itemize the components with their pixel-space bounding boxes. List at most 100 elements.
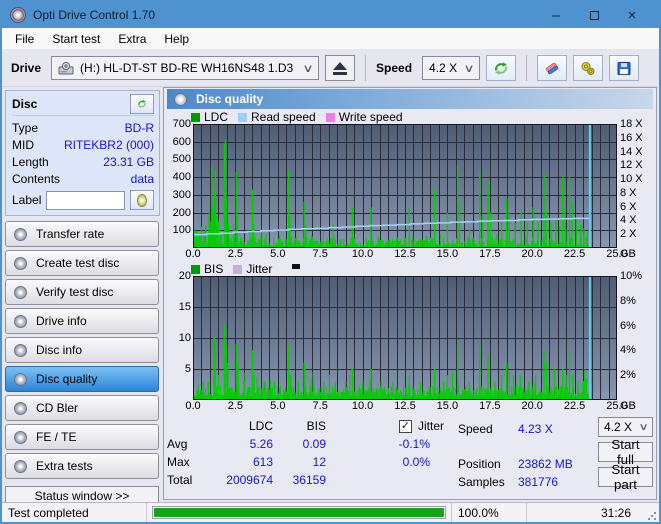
axis-tick-label: 20 [179, 270, 191, 282]
test-speed-select-value: 4.2 X [604, 420, 632, 434]
disc-contents-value: data [131, 172, 154, 186]
samples-stat-label: Samples [458, 475, 518, 489]
axis-tick-label: 7.5 [313, 400, 328, 412]
axis-unit-label: GB [620, 400, 636, 412]
sidebar-item-create-test-disc[interactable]: Create test disc [5, 250, 159, 276]
refresh-button[interactable] [486, 55, 516, 81]
legend-item: BIS [191, 262, 223, 276]
chart2-legend: BIS Jitter [167, 262, 653, 276]
disc-icon [14, 373, 27, 386]
save-button[interactable] [609, 55, 639, 81]
legend-item: Read speed [238, 110, 316, 124]
disc-label-button[interactable] [130, 190, 154, 210]
axis-unit-label: GB [620, 248, 636, 260]
menu-help[interactable]: Help [155, 29, 198, 49]
sidebar-item-label: Create test disc [36, 256, 119, 270]
total-row-label: Total [167, 473, 203, 487]
eject-button[interactable] [325, 55, 355, 81]
axis-tick-label: 7.5 [313, 248, 328, 260]
disc-mid-value: RITEKBR2 (000) [64, 138, 154, 152]
sidebar-item-label: Extra tests [36, 459, 93, 473]
sidebar-item-label: Disc info [36, 343, 82, 357]
y-axis-right: 18 X16 X14 X12 X10 X8 X6 X4 X2 XGB [617, 124, 653, 248]
menu-file[interactable]: File [6, 29, 43, 49]
axis-tick-label: 700 [173, 118, 191, 130]
bis-chart: 2015105 0.02.55.07.510.012.515.017.520.0… [167, 276, 653, 413]
erase-disc-button[interactable] [537, 55, 567, 81]
axis-tick-label: 2.5 [228, 248, 243, 260]
progress-percent: 100.0% [452, 503, 527, 522]
sidebar-item-fe-te[interactable]: FE / TE [5, 424, 159, 450]
disc-icon [14, 228, 27, 241]
axis-tick-label: 10 X [620, 173, 643, 185]
axis-tick-label: 22.5 [564, 248, 585, 260]
menu-extra[interactable]: Extra [109, 29, 155, 49]
disc-refresh-button[interactable] [130, 94, 154, 114]
sidebar-item-verify-test-disc[interactable]: Verify test disc [5, 279, 159, 305]
axis-tick-label: 4% [620, 344, 636, 356]
disc-type-label: Type [12, 121, 38, 135]
axis-tick-label: 22.5 [564, 400, 585, 412]
eraser-icon [544, 60, 560, 77]
sidebar-item-disc-quality[interactable]: Disc quality [5, 366, 159, 392]
tools-button[interactable] [573, 55, 603, 81]
legend-swatch [191, 113, 200, 122]
disc-icon [14, 257, 27, 270]
sidebar-item-transfer-rate[interactable]: Transfer rate [5, 221, 159, 247]
samples-stat-value: 381776 [518, 475, 596, 489]
start-part-button[interactable]: Start part [598, 467, 653, 487]
speed-stat-label: Speed [458, 422, 518, 436]
legend-item: LDC [191, 110, 228, 124]
axis-tick-label: 5.0 [270, 400, 285, 412]
y-axis-right: 10%8%6%4%2%GB [617, 276, 653, 400]
y-axis-left: 700600500400300200100 [167, 124, 193, 248]
total-ldc-value: 2009674 [203, 473, 273, 487]
axis-tick-label: 6% [620, 320, 636, 332]
speed-label: Speed [376, 61, 412, 75]
disc-length-label: Length [12, 155, 49, 169]
refresh-icon [137, 97, 147, 111]
resize-grip-icon[interactable] [647, 511, 657, 521]
axis-tick-label: 400 [173, 171, 191, 183]
chevron-down-icon: ∨ [302, 62, 313, 75]
axis-tick-label: 10.0 [352, 248, 373, 260]
main-panel: Disc quality LDCRead speedWrite speed 70… [163, 87, 657, 500]
maximize-button[interactable] [575, 4, 613, 26]
speed-select[interactable]: 4.2 X ∨ [422, 56, 480, 80]
menu-start-test[interactable]: Start test [43, 29, 109, 49]
close-button[interactable]: × [613, 4, 651, 26]
legend-swatch [326, 113, 335, 122]
x-axis-labels: 0.02.55.07.510.012.515.017.520.022.525.0 [193, 400, 617, 413]
test-speed-select[interactable]: 4.2 X ∨ [598, 417, 653, 437]
legend-item: Jitter [233, 262, 272, 276]
total-bis-value: 36159 [273, 473, 326, 487]
axis-tick-label: 16 X [620, 132, 643, 144]
sidebar-item-extra-tests[interactable]: Extra tests [5, 453, 159, 479]
legend-item: Write speed [326, 110, 403, 124]
toolbar-separator [365, 55, 366, 81]
minimize-button[interactable]: – [537, 4, 575, 26]
disc-contents-label: Contents [12, 172, 60, 186]
axis-tick-label: 500 [173, 153, 191, 165]
sidebar-item-label: Verify test disc [36, 285, 113, 299]
stats-section: LDC BIS ✓ Jitter Avg 5.26 0.09 -0.1% Max… [167, 417, 653, 491]
legend-label: Write speed [339, 110, 403, 124]
axis-tick-label: 12 X [620, 159, 643, 171]
axis-tick-label: 4 X [620, 214, 637, 226]
sidebar-item-cd-bler[interactable]: CD Bler [5, 395, 159, 421]
jitter-checkbox[interactable]: ✓ [399, 420, 412, 433]
sidebar-item-drive-info[interactable]: Drive info [5, 308, 159, 334]
bis-column-header: BIS [273, 419, 326, 433]
legend-swatch [238, 113, 247, 122]
ldc-chart: 700600500400300200100 0.02.55.07.510.012… [167, 124, 653, 261]
legend-artifact-marker [292, 264, 300, 269]
position-stat-label: Position [458, 457, 518, 471]
disc-label-input[interactable] [46, 191, 125, 210]
sidebar-item-disc-info[interactable]: Disc info [5, 337, 159, 363]
start-full-button[interactable]: Start full [598, 442, 653, 462]
avg-jitter-value: -0.1% [326, 437, 444, 451]
axis-tick-label: 15.0 [437, 400, 458, 412]
drive-select[interactable]: (H:) HL-DT-ST BD-RE WH16NS48 1.D3 ∨ [51, 56, 319, 80]
disc-icon [137, 194, 147, 207]
axis-tick-label: 8 X [620, 187, 637, 199]
